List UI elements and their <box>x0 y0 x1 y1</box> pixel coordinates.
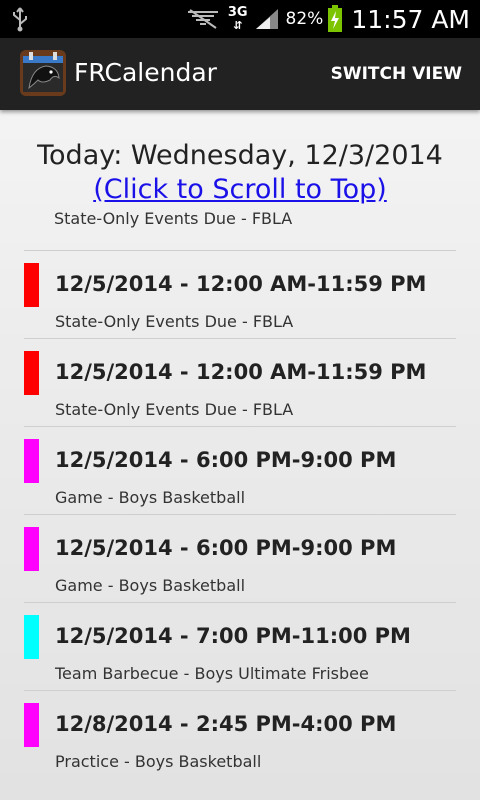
partial-event-description: State-Only Events Due - FBLA <box>54 212 293 228</box>
event-time: 12/5/2014 - 12:00 AM-11:59 PM <box>55 360 427 384</box>
network-type: 3G ⇵ <box>227 5 248 32</box>
switch-view-button[interactable]: SWITCH VIEW <box>331 64 462 84</box>
event-list[interactable]: State-Only Events Due - FBLA 12/5/2014 -… <box>24 212 456 800</box>
event-description: State-Only Events Due - FBLA <box>55 400 294 419</box>
event-color-bar <box>24 351 39 395</box>
event-color-bar <box>24 527 39 571</box>
signal-muted-icon <box>187 9 218 29</box>
event-item[interactable]: 12/5/2014 - 6:00 PM-9:00 PM Game - Boys … <box>24 515 456 602</box>
event-description: State-Only Events Due - FBLA <box>55 312 294 331</box>
event-description: Practice - Boys Basketball <box>55 752 262 771</box>
status-bar: 3G ⇵ 82% 11:57 AM <box>0 0 480 38</box>
event-time: 12/8/2014 - 2:45 PM-4:00 PM <box>55 712 397 736</box>
app-logo-icon[interactable] <box>20 50 66 96</box>
event-description: Team Barbecue - Boys Ultimate Frisbee <box>55 664 369 683</box>
event-time: 12/5/2014 - 6:00 PM-9:00 PM <box>55 536 397 560</box>
event-time: 12/5/2014 - 7:00 PM-11:00 PM <box>55 624 411 648</box>
action-bar: FRCalendar SWITCH VIEW <box>0 38 480 110</box>
event-item[interactable]: 12/5/2014 - 12:00 AM-11:59 PM State-Only… <box>24 251 456 338</box>
today-date-label: Today: Wednesday, 12/3/2014 <box>37 140 443 171</box>
event-color-bar <box>24 439 39 483</box>
event-description: Game - Boys Basketball <box>55 488 246 507</box>
event-item[interactable]: 12/5/2014 - 6:00 PM-9:00 PM Game - Boys … <box>24 427 456 514</box>
event-item[interactable]: 12/5/2014 - 12:00 AM-11:59 PM State-Only… <box>24 339 456 426</box>
event-color-bar <box>24 703 39 747</box>
status-clock: 11:57 AM <box>351 4 470 34</box>
event-color-bar <box>24 615 39 659</box>
event-item[interactable]: 12/8/2014 - 2:45 PM-4:00 PM Practice - B… <box>24 691 456 778</box>
event-description: Game - Boys Basketball <box>55 576 246 595</box>
battery-charging-icon <box>328 5 343 32</box>
app-title: FRCalendar <box>74 58 217 87</box>
event-time: 12/5/2014 - 6:00 PM-9:00 PM <box>55 448 397 472</box>
battery-percent: 82% <box>285 9 324 29</box>
event-item[interactable]: 12/5/2014 - 7:00 PM-11:00 PM Team Barbec… <box>24 603 456 690</box>
cell-signal-icon <box>255 9 278 29</box>
event-color-bar <box>24 263 39 307</box>
event-time: 12/5/2014 - 12:00 AM-11:59 PM <box>55 272 427 296</box>
scroll-to-top-link[interactable]: (Click to Scroll to Top) <box>0 174 480 205</box>
usb-icon <box>13 7 27 32</box>
